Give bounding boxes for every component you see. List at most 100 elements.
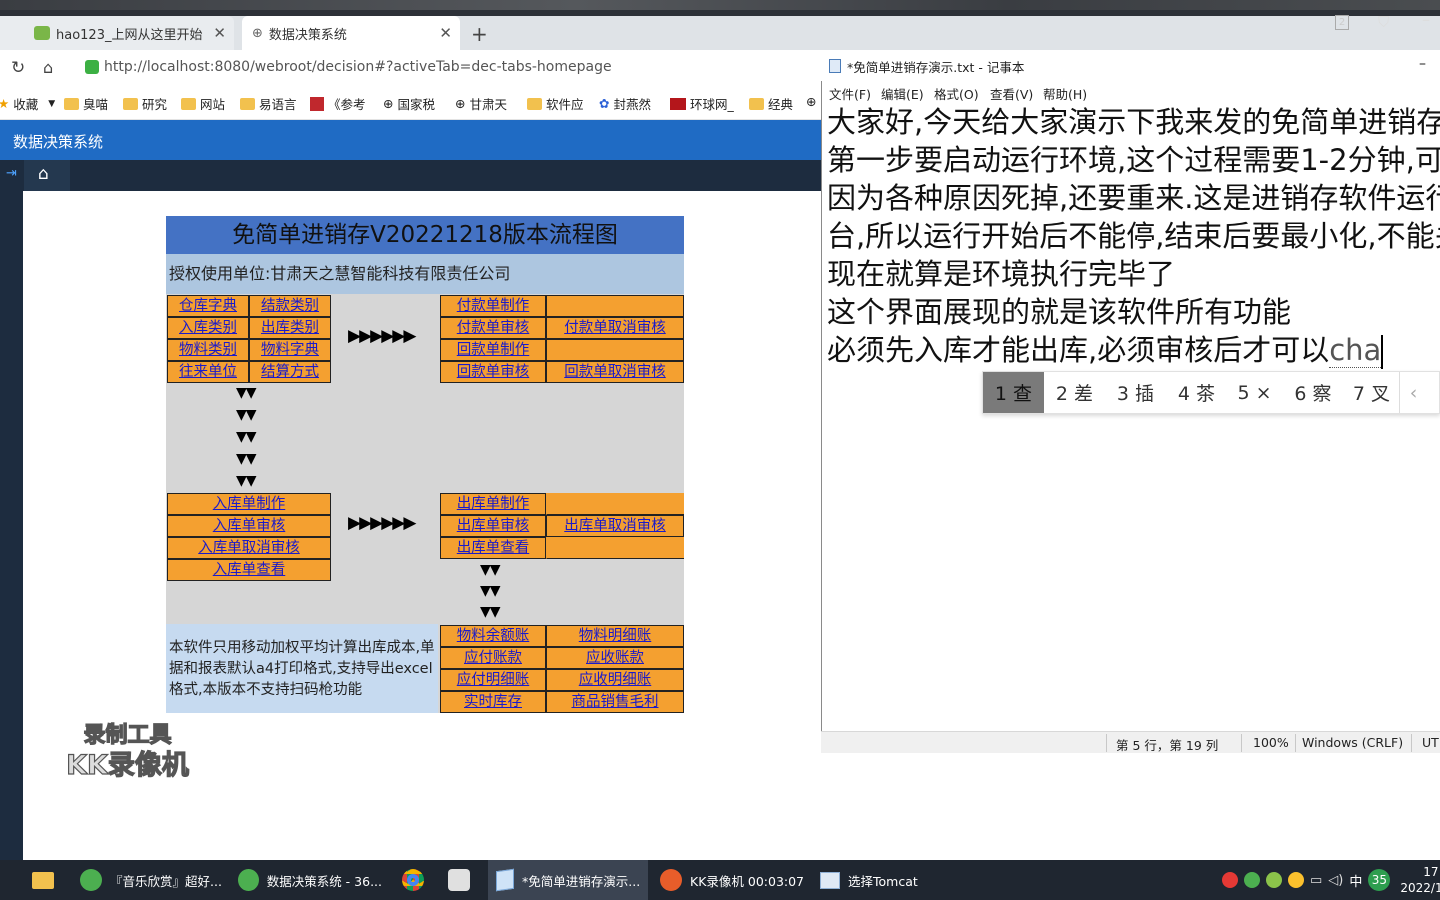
menu-view[interactable]: 查看(V) (990, 84, 1033, 103)
flow-link[interactable]: 入库单取消审核 (167, 537, 331, 559)
flow-link[interactable]: 物料明细账 (546, 625, 684, 647)
url-field[interactable]: http://localhost:8080/webroot/decision#?… (104, 59, 612, 75)
expand-sidebar-icon[interactable]: ⇥ (6, 166, 17, 181)
flow-link[interactable]: 往来单位 (167, 361, 249, 383)
bookmark-link[interactable]: 环球网_ (670, 94, 734, 113)
bookmark-link[interactable]: ✿ 封燕然 (599, 94, 651, 113)
app-button[interactable] (440, 860, 484, 900)
tab-decision-system[interactable]: ⊕ 数据决策系统 ✕ (242, 16, 460, 50)
flow-link[interactable]: 出库类别 (249, 317, 331, 339)
bookmark-folder[interactable]: 臭喵 (64, 94, 108, 113)
new-tab-button[interactable]: + (471, 22, 488, 46)
flow-link[interactable]: 实时库存 (440, 691, 546, 713)
bookmark-folder[interactable]: 易语言 (240, 94, 297, 113)
flow-link[interactable]: 付款单审核 (440, 317, 546, 339)
antivirus-icon[interactable] (1222, 872, 1238, 888)
ime-candidate[interactable]: 1 查 (983, 372, 1044, 413)
close-icon[interactable]: ✕ (439, 24, 452, 42)
flow-link[interactable]: 应付账款 (440, 647, 546, 669)
flow-link[interactable]: 出库单制作 (440, 493, 546, 515)
flow-link[interactable]: 应付明细账 (440, 669, 546, 691)
ime-candidate[interactable]: 5 × (1227, 372, 1282, 413)
bookmark-folder[interactable]: 经典 (749, 94, 793, 113)
address-bar-row: ↻ ⌂ http://localhost:8080/webroot/decisi… (0, 50, 822, 86)
notepad-text-area[interactable]: 大家好,今天给大家演示下我来发的免简单进销存 第一步要启动运行环境,这个过程需要… (827, 103, 1440, 369)
flow-link[interactable]: 入库单查看 (167, 559, 331, 581)
shirt-icon[interactable]: ⛉ (1378, 13, 1389, 31)
menu-file[interactable]: 文件(F) (829, 84, 871, 103)
flow-cell-empty (546, 493, 684, 515)
volume-icon[interactable]: ◁) (1328, 873, 1343, 888)
flow-link[interactable]: 付款单取消审核 (546, 317, 684, 339)
menu-format[interactable]: 格式(O) (934, 84, 979, 103)
folder-icon (527, 97, 542, 110)
flow-link[interactable]: 回款单审核 (440, 361, 546, 383)
chrome-button[interactable] (394, 860, 434, 900)
menu-help[interactable]: 帮助(H) (1043, 84, 1087, 103)
bookmark-folder[interactable]: 软件应 (527, 94, 584, 113)
close-icon[interactable]: ✕ (213, 24, 226, 42)
bookmark-link[interactable]: 《参考 (310, 94, 366, 113)
taskbar-item[interactable]: 数据决策系统 - 36... (230, 860, 382, 900)
bookmark-link[interactable]: ⊕ 甘肃天 (455, 94, 507, 113)
bookmark-link[interactable]: ⊕ (806, 94, 816, 109)
flow-link[interactable]: 仓库字典 (167, 295, 249, 317)
chevron-left-icon[interactable]: ‹ (1399, 372, 1427, 413)
home-icon[interactable]: ⌂ (43, 58, 53, 77)
taskbar-item[interactable]: KK录像机 00:03:07 (652, 860, 806, 900)
menu-edit[interactable]: 编辑(E) (881, 84, 924, 103)
security-icon[interactable] (1288, 872, 1304, 888)
folder-icon (123, 97, 138, 110)
ime-candidate[interactable]: 2 差 (1044, 372, 1105, 413)
flow-link[interactable]: 物料类别 (167, 339, 249, 361)
flow-link[interactable]: 入库类别 (167, 317, 249, 339)
ime-indicator[interactable]: 中 (1349, 871, 1362, 890)
ime-composition: cha (1329, 333, 1382, 368)
file-explorer-button[interactable] (22, 860, 66, 900)
watermark-line: 录制工具 (83, 722, 172, 748)
ime-candidate[interactable]: 7 叉 (1344, 372, 1399, 413)
window-count-badge[interactable]: 2 (1335, 15, 1349, 30)
flow-link[interactable]: 结款类别 (249, 295, 331, 317)
ime-candidate[interactable]: 3 插 (1105, 372, 1166, 413)
minimize-icon[interactable]: – (1419, 56, 1426, 72)
flow-link[interactable]: 物料字典 (249, 339, 331, 361)
flow-link[interactable]: 出库单取消审核 (546, 515, 684, 537)
reload-icon[interactable]: ↻ (11, 58, 25, 78)
flow-link[interactable]: 回款单取消审核 (546, 361, 684, 383)
taskbar-item-notepad[interactable]: *免简单进销存演示... (488, 860, 648, 900)
flow-link[interactable]: 回款单制作 (440, 339, 546, 361)
bookmark-folder[interactable]: 网站 (181, 94, 225, 113)
flow-link[interactable]: 入库单审核 (167, 515, 331, 537)
flow-link[interactable]: 付款单制作 (440, 295, 546, 317)
notification-badge[interactable]: 35 (1368, 869, 1391, 891)
taskbar-item[interactable]: 『音乐欣赏』超好... (72, 860, 224, 900)
globe-icon: ⊕ (252, 25, 263, 41)
bookmark-link[interactable]: ⊕ 国家税 (383, 94, 435, 113)
text-line: 大家好,今天给大家演示下我来发的免简单进销存 (827, 105, 1440, 139)
wechat-icon[interactable] (1244, 872, 1260, 888)
flow-link[interactable]: 物料余额账 (440, 625, 546, 647)
browser-icon (238, 869, 259, 891)
bookmark-folder[interactable]: 研究 (123, 94, 167, 113)
clock[interactable]: 17:4 2022/12 (1400, 864, 1440, 896)
site-icon (310, 96, 324, 111)
minimize-icon[interactable]: – (1422, 10, 1430, 29)
flow-link[interactable]: 出库单查看 (440, 537, 546, 559)
flow-link[interactable]: 应收明细账 (546, 669, 684, 691)
flow-link[interactable]: 出库单审核 (440, 515, 546, 537)
flow-link[interactable]: 结算方式 (249, 361, 331, 383)
flow-link[interactable]: 应收账款 (546, 647, 684, 669)
flow-arrow-down: ▼▼ (236, 407, 257, 423)
browser-tray-icon[interactable] (1266, 872, 1282, 888)
taskbar-item[interactable]: 选择Tomcat (812, 860, 964, 900)
flow-link[interactable]: 入库单制作 (167, 493, 331, 515)
home-tab[interactable]: ⌂ (24, 160, 70, 191)
ime-candidate[interactable]: 6 察 (1282, 372, 1344, 413)
bookmark-favorites[interactable]: ★ 收藏 ▼ (0, 94, 55, 113)
ime-candidate[interactable]: 4 茶 (1166, 372, 1227, 413)
network-icon[interactable]: ▭ (1310, 873, 1322, 888)
clock-date: 2022/12 (1400, 881, 1440, 895)
flow-link[interactable]: 商品销售毛利 (546, 691, 684, 713)
tab-hao123[interactable]: hao123_上网从这里开始 ✕ (0, 16, 234, 50)
